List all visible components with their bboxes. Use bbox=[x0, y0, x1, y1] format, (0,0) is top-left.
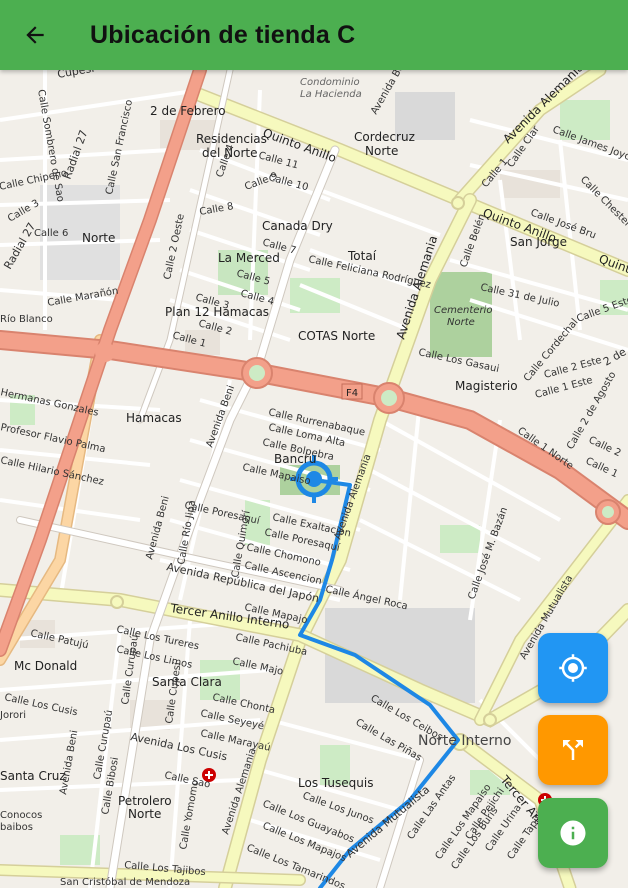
svg-text:Plan 12 Hamacas: Plan 12 Hamacas bbox=[165, 305, 269, 319]
directions-button[interactable] bbox=[538, 715, 608, 785]
map-view[interactable]: F4 Cupesí Calle Sombrero de Sao Radial 2… bbox=[0, 70, 628, 888]
svg-text:Condominio: Condominio bbox=[300, 77, 360, 88]
svg-text:Norte: Norte bbox=[447, 317, 475, 328]
svg-text:COTAS Norte: COTAS Norte bbox=[298, 329, 375, 343]
svg-text:Totaí: Totaí bbox=[347, 249, 377, 263]
svg-text:San Jorge: San Jorge bbox=[510, 235, 567, 249]
svg-text:Conocos: Conocos bbox=[0, 810, 42, 821]
svg-text:Magisterio: Magisterio bbox=[455, 379, 518, 393]
svg-text:Norte Interno: Norte Interno bbox=[418, 733, 511, 749]
svg-text:Santa Cruz: Santa Cruz bbox=[0, 769, 66, 783]
map-f4-shield: F4 bbox=[341, 383, 363, 400]
svg-text:Los Tusequis: Los Tusequis bbox=[298, 776, 373, 790]
svg-text:San Cristóbal de Mendoza: San Cristóbal de Mendoza bbox=[60, 876, 190, 888]
svg-text:Norte: Norte bbox=[365, 144, 398, 158]
svg-text:Jorori: Jorori bbox=[0, 710, 26, 721]
svg-text:La Hacienda: La Hacienda bbox=[300, 89, 362, 100]
map-canvas[interactable]: F4 Cupesí Calle Sombrero de Sao Radial 2… bbox=[0, 70, 628, 888]
app-bar: Ubicación de tienda C bbox=[0, 0, 628, 70]
svg-text:Hamacas: Hamacas bbox=[126, 411, 182, 425]
svg-text:La Merced: La Merced bbox=[218, 251, 280, 265]
back-button[interactable] bbox=[0, 0, 70, 70]
directions-fork-icon bbox=[563, 740, 583, 760]
info-icon bbox=[560, 820, 586, 846]
svg-text:Cementerio: Cementerio bbox=[434, 305, 492, 316]
svg-text:Mc Donald: Mc Donald bbox=[14, 659, 77, 673]
svg-text:Calle 6: Calle 6 bbox=[34, 228, 68, 239]
info-button[interactable] bbox=[538, 798, 608, 868]
svg-text:baibos: baibos bbox=[0, 822, 33, 833]
svg-text:Bancru: Bancru bbox=[274, 452, 316, 466]
svg-text:Petrolero: Petrolero bbox=[118, 794, 172, 808]
svg-text:Santa Clara: Santa Clara bbox=[152, 675, 222, 689]
page-title: Ubicación de tienda C bbox=[90, 20, 356, 49]
my-location-button[interactable] bbox=[538, 633, 608, 703]
svg-text:2 de Febrero: 2 de Febrero bbox=[150, 104, 226, 118]
my-location-icon bbox=[559, 654, 587, 682]
svg-text:Residencias: Residencias bbox=[196, 132, 267, 146]
svg-text:Norte: Norte bbox=[128, 807, 161, 821]
svg-text:Río Blanco: Río Blanco bbox=[0, 313, 53, 325]
svg-text:F4: F4 bbox=[346, 388, 358, 399]
svg-text:Cordecruz: Cordecruz bbox=[354, 130, 415, 144]
svg-text:Norte: Norte bbox=[82, 231, 115, 245]
arrow-back-icon bbox=[26, 26, 44, 44]
svg-text:Canada Dry: Canada Dry bbox=[262, 219, 333, 233]
